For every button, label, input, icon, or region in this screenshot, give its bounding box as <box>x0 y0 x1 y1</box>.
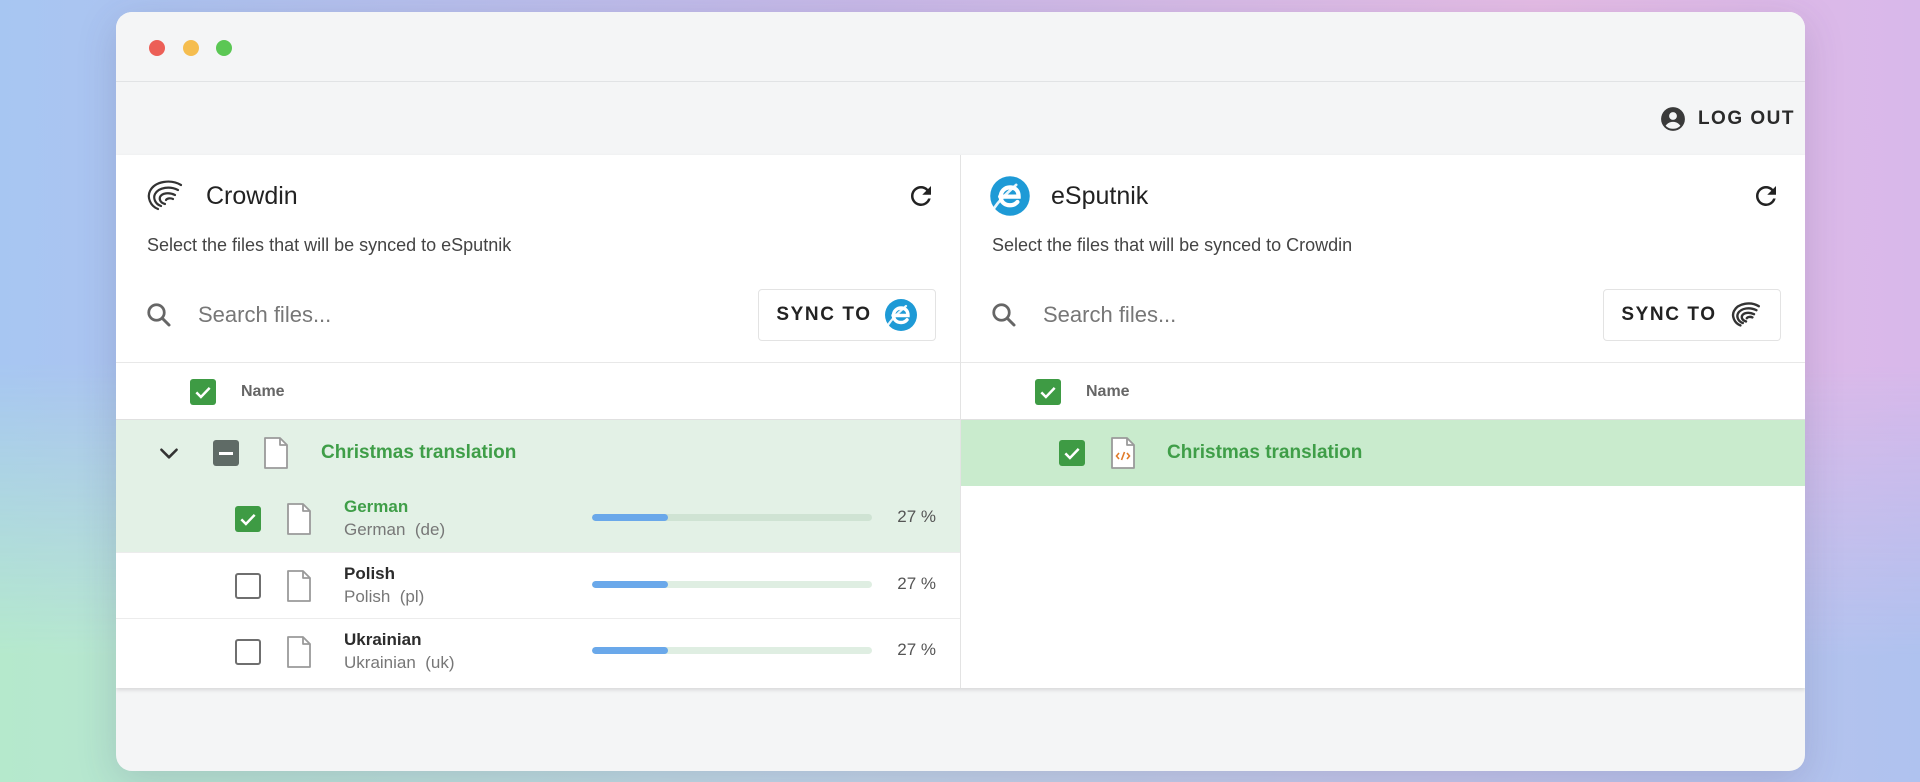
esputnik-panel-subtitle: Select the files that will be synced to … <box>992 235 1353 255</box>
name-column-header: Name <box>1086 383 1130 400</box>
check-icon <box>1064 447 1080 460</box>
crowdin-panel-header: Crowdin <box>144 173 298 219</box>
esputnik-logo-icon <box>989 175 1031 217</box>
sync-to-crowdin-button[interactable]: SYNC TO <box>1603 289 1781 341</box>
logout-button[interactable]: LOG OUT <box>1660 102 1795 136</box>
language-display: Ukrainian <box>344 653 416 672</box>
esputnik-logo-icon <box>884 298 918 332</box>
language-display: German <box>344 520 406 539</box>
progress-percent: 27 % <box>897 640 936 659</box>
progress-bar <box>592 647 872 654</box>
minus-icon <box>219 451 233 455</box>
crowdin-search-row: SYNC TO <box>144 289 936 341</box>
close-window-button[interactable] <box>149 40 165 56</box>
check-icon <box>240 513 256 526</box>
chevron-down-icon[interactable] <box>156 440 182 466</box>
language-name: Polish <box>344 564 396 583</box>
language-row-polish[interactable]: Polish Polish (pl) 27 % <box>116 552 960 618</box>
file-icon <box>287 503 311 535</box>
minimize-window-button[interactable] <box>183 40 199 56</box>
esputnik-search-input[interactable] <box>1043 302 1603 328</box>
esputnik-search-row: SYNC TO <box>989 289 1781 341</box>
crowdin-logo-icon <box>144 175 186 217</box>
check-icon <box>1040 386 1056 399</box>
language-row-ukrainian[interactable]: Ukrainian Ukrainian (uk) 27 % <box>116 618 960 684</box>
crowdin-panel-title: Crowdin <box>206 181 298 210</box>
html-file-icon <box>1111 437 1135 469</box>
name-column-header: Name <box>241 383 285 400</box>
language-subtitle: Ukrainian (uk) <box>344 653 455 673</box>
crowdin-panel: Crowdin Select the files that will be sy… <box>116 155 961 688</box>
language-row-german[interactable]: German German (de) 27 % <box>116 486 960 552</box>
search-icon <box>147 303 171 327</box>
language-code: (de) <box>414 520 446 539</box>
progress-bar <box>592 514 872 521</box>
progress-fill <box>592 647 668 654</box>
esputnik-list-header: Name <box>961 362 1805 420</box>
file-row-christmas-translation[interactable]: Christmas translation <box>961 420 1805 486</box>
language-checkbox-ukrainian[interactable] <box>235 639 261 665</box>
language-code: (pl) <box>399 587 425 606</box>
crowdin-panel-subtitle: Select the files that will be synced to … <box>147 235 512 255</box>
parent-file-checkbox[interactable] <box>213 440 239 466</box>
file-icon <box>287 636 311 668</box>
language-code: (uk) <box>425 653 455 672</box>
parent-file-name: Christmas translation <box>321 442 517 463</box>
sync-to-esputnik-button[interactable]: SYNC TO <box>758 289 936 341</box>
title-bar <box>116 12 1805 82</box>
app-window: LOG OUT Crowdin Select the files that wi… <box>116 12 1805 771</box>
progress-percent: 27 % <box>897 507 936 526</box>
language-checkbox-polish[interactable] <box>235 573 261 599</box>
check-icon <box>195 386 211 399</box>
esputnik-panel-header: eSputnik <box>989 173 1148 219</box>
refresh-icon[interactable] <box>1751 181 1781 211</box>
progress-fill <box>592 581 668 588</box>
maximize-window-button[interactable] <box>216 40 232 56</box>
sync-to-label: SYNC TO <box>1621 304 1717 325</box>
progress-fill <box>592 514 668 521</box>
file-row-christmas-translation[interactable]: Christmas translation <box>116 420 960 486</box>
language-name: Ukrainian <box>344 630 422 649</box>
top-toolbar: LOG OUT <box>116 82 1805 155</box>
language-checkbox-german[interactable] <box>235 506 261 532</box>
language-subtitle: German (de) <box>344 520 445 540</box>
esputnik-panel: eSputnik Select the files that will be s… <box>961 155 1805 688</box>
esputnik-panel-title: eSputnik <box>1051 181 1149 210</box>
progress-bar <box>592 581 872 588</box>
language-display: Polish <box>344 587 391 606</box>
sync-to-label: SYNC TO <box>776 304 872 325</box>
file-icon <box>287 570 311 602</box>
sync-panels: Crowdin Select the files that will be sy… <box>116 155 1805 688</box>
select-all-checkbox[interactable] <box>190 379 216 405</box>
crowdin-logo-icon <box>1729 298 1763 332</box>
file-name: Christmas translation <box>1167 442 1363 463</box>
file-checkbox[interactable] <box>1059 440 1085 466</box>
crowdin-list-header: Name <box>116 362 960 420</box>
language-subtitle: Polish (pl) <box>344 587 424 607</box>
progress-percent: 27 % <box>897 574 936 593</box>
file-icon <box>264 437 288 469</box>
select-all-checkbox[interactable] <box>1035 379 1061 405</box>
account-circle-icon <box>1661 107 1685 131</box>
logout-label: LOG OUT <box>1697 108 1795 129</box>
language-name: German <box>344 497 409 516</box>
refresh-icon[interactable] <box>906 181 936 211</box>
search-icon <box>992 303 1016 327</box>
crowdin-search-input[interactable] <box>198 302 758 328</box>
